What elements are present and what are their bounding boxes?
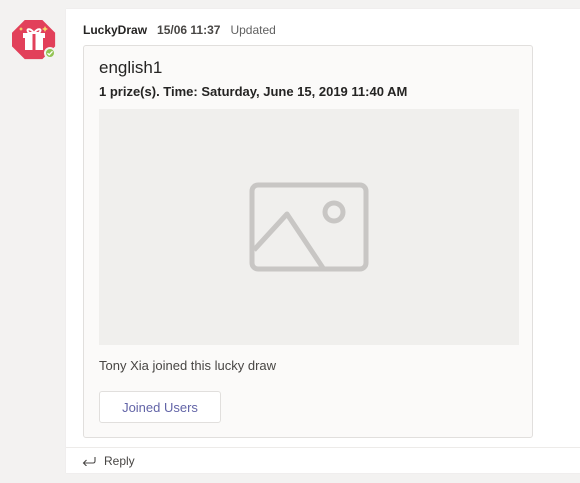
card-title: english1: [99, 58, 163, 77]
presence-badge: [44, 47, 56, 59]
lucky-draw-card: english1 1 prize(s). Time: Saturday, Jun…: [83, 45, 533, 438]
card-subtitle: 1 prize(s). Time: Saturday, June 15, 201…: [99, 84, 408, 99]
image-placeholder-icon: [249, 182, 369, 272]
joined-message: Tony Xia joined this lucky draw: [99, 358, 277, 373]
message-timestamp: 15/06 11:37: [157, 23, 221, 37]
reply-label: Reply: [104, 453, 135, 468]
joined-users-button[interactable]: Joined Users: [99, 391, 221, 423]
reply-arrow-icon: [82, 456, 96, 466]
available-check-icon: [47, 50, 53, 56]
message-container: LuckyDraw 15/06 11:37 Updated english1 1…: [66, 9, 580, 473]
reply-button[interactable]: Reply: [82, 454, 135, 468]
edited-status: Updated: [230, 23, 276, 37]
sender-name[interactable]: LuckyDraw: [83, 23, 147, 37]
card-image: [99, 109, 519, 345]
message-header: LuckyDraw 15/06 11:37 Updated: [83, 22, 276, 38]
reply-bar: Reply: [66, 447, 580, 473]
